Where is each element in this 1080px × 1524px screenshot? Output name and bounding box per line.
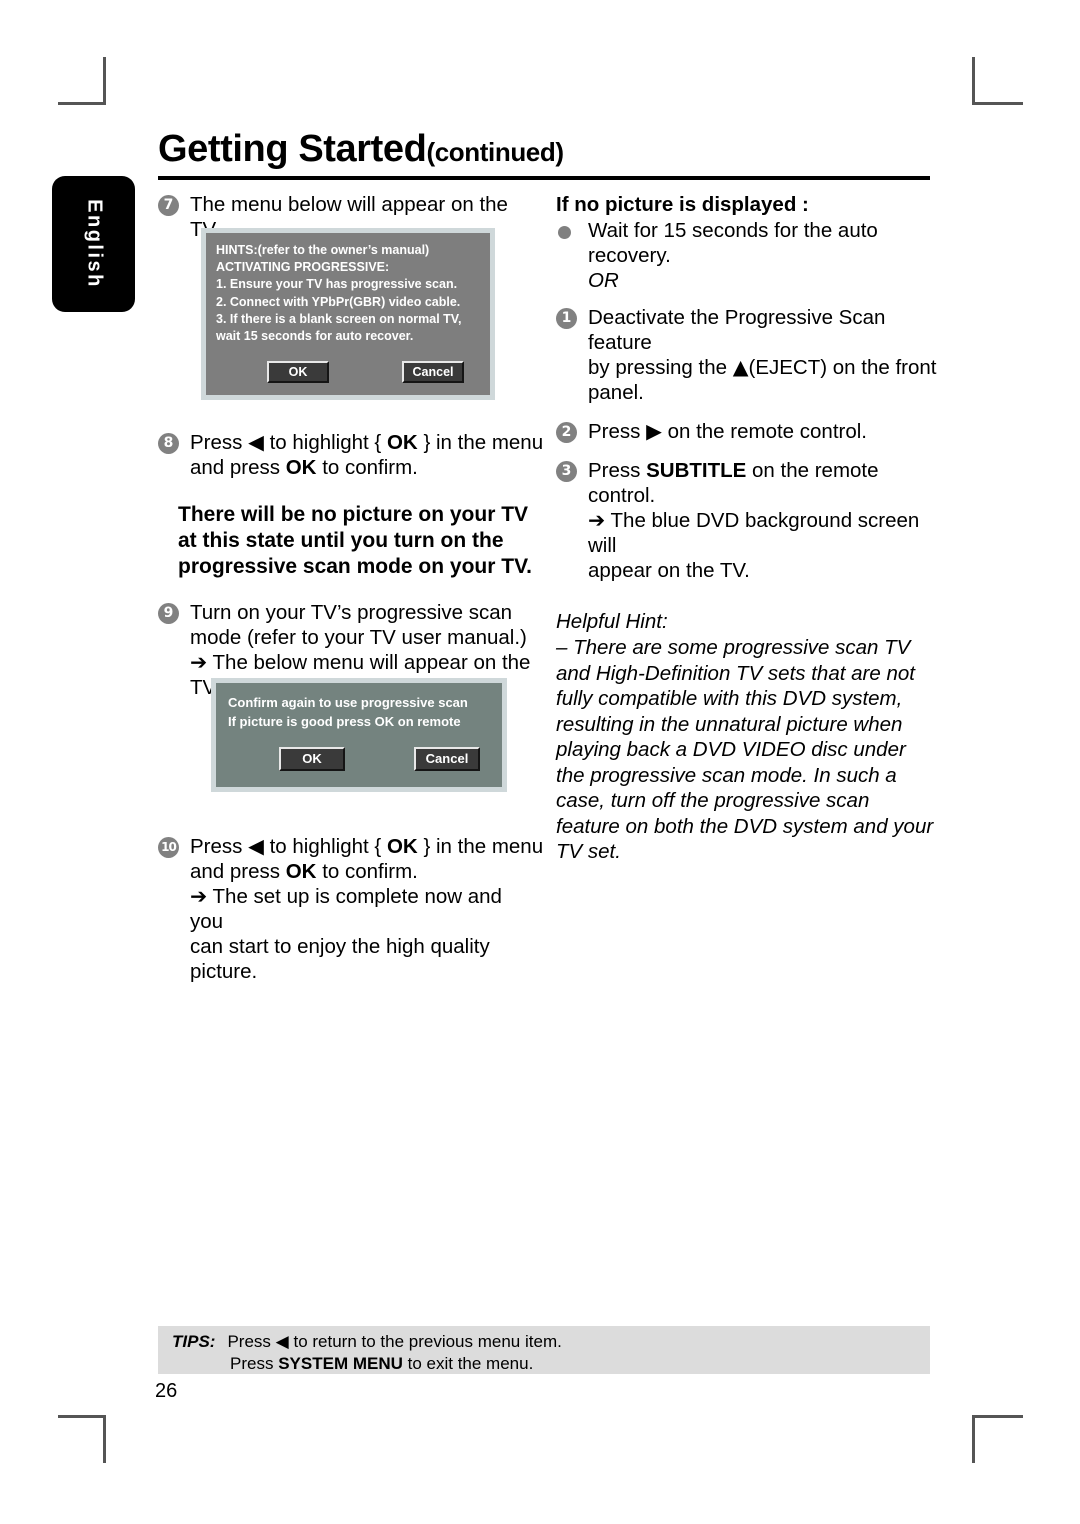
tips-line-1-post: to return to the previous menu item. <box>293 1332 562 1351</box>
page-title: Getting Started(continued) <box>158 128 564 171</box>
bullet-line1: Wait for 15 seconds for the auto <box>588 219 878 242</box>
alt-step-1-line3: panel. <box>588 381 644 404</box>
step-10-pre: Press <box>190 835 243 858</box>
alt-step-3-pre: Press <box>588 459 641 482</box>
no-picture-heading: If no picture is displayed : <box>556 193 809 216</box>
dialog1-line-1: HINTS:(refer to the owner’s manual) <box>216 243 430 257</box>
helpful-hint-body: – There are some progressive scan TV and… <box>556 636 934 863</box>
step-8-post: } in the menu <box>423 431 544 454</box>
step-8: 8 Press ◀ to highlight { OK } in the men… <box>158 430 544 480</box>
system-menu-key: SYSTEM MENU <box>278 1354 403 1373</box>
step-10-result-line2: can start to enjoy the high quality pict… <box>190 935 490 983</box>
alt-step-3-subtitle-key: SUBTITLE <box>646 459 747 482</box>
alt-step-1: 1 Deactivate the Progressive Scan featur… <box>556 305 938 405</box>
alt-step-2: 2 Press ▶ on the remote control. <box>556 419 938 444</box>
step-10-line2-pre: and press <box>190 860 281 883</box>
tv-dialog-hints: HINTS:(refer to the owner’s manual) ACTI… <box>201 228 495 400</box>
language-tab-label: English <box>83 199 105 289</box>
left-arrow-icon: ◀ <box>248 430 264 454</box>
step-7-number: 7 <box>158 195 179 216</box>
step-8-line2-post: to confirm. <box>322 456 418 479</box>
alt-step-1-line2-pre: by pressing the <box>588 356 728 379</box>
tips-line-2: Press SYSTEM MENU to exit the menu. <box>172 1353 930 1374</box>
dialog1-line-6: wait 15 seconds for auto recover. <box>216 329 414 344</box>
alt-step-3-result-line1: The blue DVD background screen will <box>588 509 920 557</box>
dialog1-ok-button[interactable]: OK <box>267 361 329 383</box>
alt-step-3: 3 Press SUBTITLE on the remote control. … <box>556 458 938 583</box>
page-title-continued: (continued) <box>426 137 564 167</box>
step-8-mid: to highlight { <box>269 431 382 454</box>
dialog2-cancel-button[interactable]: Cancel <box>414 747 480 771</box>
right-column: If no picture is displayed : Wait for 15… <box>556 192 938 865</box>
step-8-ok-key: OK <box>386 431 418 454</box>
step-9-line1: Turn on your TV’s progressive scan <box>190 601 513 624</box>
step-10-result-line1: The set up is complete now and you <box>190 885 502 933</box>
tips-label: TIPS: <box>172 1332 216 1351</box>
step-9-line2: mode (refer to your TV user manual.) <box>190 626 527 649</box>
alt-step-3-line2: control. <box>588 484 656 507</box>
step-10: 10 Press ◀ to highlight { OK } in the me… <box>158 834 544 984</box>
title-divider <box>158 176 930 180</box>
alt-step-2-number: 2 <box>556 422 577 443</box>
dialog2-line-1: Confirm again to use progressive scan <box>228 695 468 710</box>
page-title-main: Getting Started <box>158 128 427 170</box>
step-10-number: 10 <box>158 837 179 858</box>
result-arrow-icon: ➔ <box>190 884 208 908</box>
step-10-mid: to highlight { <box>269 835 382 858</box>
alt-step-3-post: on the remote <box>752 459 879 482</box>
dialog1-line-3: 1. Ensure your TV has progressive scan. <box>216 277 458 292</box>
result-arrow-icon: ➔ <box>588 508 606 532</box>
dialog1-line-5: 3. If there is a blank screen on normal … <box>216 311 462 326</box>
step-10-line2-ok-key: OK <box>285 860 317 883</box>
step-8-line2-ok-key: OK <box>285 456 317 479</box>
tips-line-2-pre: Press <box>230 1354 274 1373</box>
right-arrow-icon: ▶ <box>646 419 662 443</box>
bullet-line3-or: OR <box>588 269 619 292</box>
left-arrow-icon: ◀ <box>248 834 264 858</box>
step-8-number: 8 <box>158 433 179 454</box>
eject-icon: ▲ <box>732 355 749 379</box>
alt-step-3-number: 3 <box>556 461 577 482</box>
bullet-dot-icon <box>558 226 571 239</box>
tv-dialog-confirm: Confirm again to use progressive scan If… <box>211 678 507 792</box>
alt-step-1-number: 1 <box>556 308 577 329</box>
left-arrow-icon: ◀ <box>275 1332 289 1352</box>
alt-step-1-line2-post: (EJECT) on the front <box>748 356 937 379</box>
step-10-line2-post: to confirm. <box>322 860 418 883</box>
step-9-line3: The below menu will appear on the <box>212 651 531 674</box>
tips-line-2-post: to exit the menu. <box>407 1354 534 1373</box>
bullet-wait-auto-recovery: Wait for 15 seconds for the auto recover… <box>556 218 938 293</box>
step-9-number: 9 <box>158 603 179 624</box>
dialog1-line-4: 2. Connect with YPbPr(GBR) video cable. <box>216 294 461 309</box>
bullet-line2: recovery. <box>588 244 671 267</box>
dialog2-ok-button[interactable]: OK <box>279 747 345 771</box>
dialog1-cancel-button[interactable]: Cancel <box>402 361 464 383</box>
alt-step-2-post: on the remote control. <box>667 420 867 443</box>
dialog2-line-2: If picture is good press OK on remote <box>228 714 461 729</box>
result-arrow-icon: ➔ <box>190 650 208 674</box>
step-10-ok-key: OK <box>386 835 418 858</box>
no-picture-warning: There will be no picture on your TV at t… <box>178 503 533 578</box>
step-8-pre: Press <box>190 431 243 454</box>
step-8-line2-pre: and press <box>190 456 281 479</box>
tips-bar: TIPS: Press ◀ to return to the previous m… <box>158 1326 930 1374</box>
step-10-post: } in the menu <box>423 835 544 858</box>
alt-step-1-line1: Deactivate the Progressive Scan feature <box>588 306 886 354</box>
dialog1-line-2: ACTIVATING PROGRESSIVE: <box>216 260 390 275</box>
tips-line-1-pre: Press <box>227 1332 271 1351</box>
helpful-hint-title: Helpful Hint: <box>556 610 668 633</box>
alt-step-3-result-line2: appear on the TV. <box>588 559 750 582</box>
alt-step-2-pre: Press <box>588 420 641 443</box>
language-tab: English <box>52 176 135 312</box>
page-number: 26 <box>155 1380 178 1402</box>
tips-line-1: TIPS: Press ◀ to return to the previous m… <box>172 1331 930 1353</box>
